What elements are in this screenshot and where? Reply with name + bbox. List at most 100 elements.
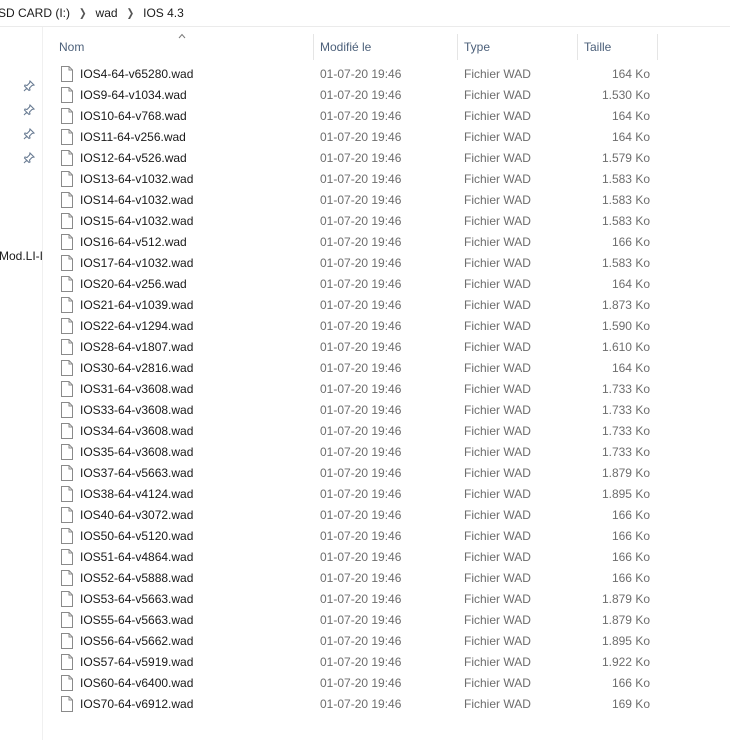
- file-size: 1.610 Ko: [601, 340, 650, 354]
- file-name: IOS14-64-v1032.wad: [80, 193, 194, 207]
- file-name: IOS56-64-v5662.wad: [80, 634, 194, 648]
- file-size: 1.873 Ko: [601, 298, 650, 312]
- chevron-right-icon[interactable]: ❯: [121, 6, 141, 19]
- file-modified: 01-07-20 19:46: [320, 151, 402, 165]
- file-name: IOS21-64-v1039.wad: [80, 298, 194, 312]
- file-type: Fichier WAD: [464, 298, 531, 312]
- file-row[interactable]: IOS53-64-v5663.wad 01-07-20 19:46 Fichier …: [48, 589, 708, 610]
- file-row[interactable]: IOS11-64-v256.wad 01-07-20 19:46 Fichier W…: [48, 127, 708, 148]
- file-icon: [61, 87, 73, 103]
- file-name: IOS37-64-v5663.wad: [80, 466, 194, 480]
- chevron-right-icon[interactable]: ❯: [73, 6, 93, 19]
- file-icon: [61, 108, 73, 124]
- file-icon: [61, 486, 73, 502]
- file-row[interactable]: IOS34-64-v3608.wad 01-07-20 19:46 Fichier …: [48, 421, 708, 442]
- file-name: IOS15-64-v1032.wad: [80, 214, 194, 228]
- file-list: IOS4-64-v65280.wad 01-07-20 19:46 Fichier …: [48, 64, 708, 715]
- file-row[interactable]: IOS51-64-v4864.wad 01-07-20 19:46 Fichier …: [48, 547, 708, 568]
- file-type: Fichier WAD: [464, 151, 531, 165]
- breadcrumb-item-wad[interactable]: wad: [93, 6, 121, 20]
- file-modified: 01-07-20 19:46: [320, 319, 402, 333]
- column-header-name[interactable]: Nom: [59, 34, 84, 60]
- file-size: 1.895 Ko: [601, 634, 650, 648]
- file-icon: [61, 570, 73, 586]
- file-name: IOS52-64-v5888.wad: [80, 571, 194, 585]
- file-modified: 01-07-20 19:46: [320, 571, 402, 585]
- file-row[interactable]: IOS17-64-v1032.wad 01-07-20 19:46 Fichier …: [48, 253, 708, 274]
- file-icon: [61, 213, 73, 229]
- file-modified: 01-07-20 19:46: [320, 277, 402, 291]
- column-header-type[interactable]: Type: [464, 34, 490, 60]
- file-size: 164 Ko: [611, 67, 650, 81]
- file-row[interactable]: IOS4-64-v65280.wad 01-07-20 19:46 Fichier …: [48, 64, 708, 85]
- pin-icon[interactable]: [23, 152, 35, 164]
- file-row[interactable]: IOS38-64-v4124.wad 01-07-20 19:46 Fichier …: [48, 484, 708, 505]
- file-size: 1.579 Ko: [601, 151, 650, 165]
- file-row[interactable]: IOS13-64-v1032.wad 01-07-20 19:46 Fichier …: [48, 169, 708, 190]
- file-modified: 01-07-20 19:46: [320, 130, 402, 144]
- file-name: IOS35-64-v3608.wad: [80, 445, 194, 459]
- file-type: Fichier WAD: [464, 445, 531, 459]
- breadcrumb-item-current[interactable]: IOS 4.3: [140, 6, 187, 20]
- file-row[interactable]: IOS15-64-v1032.wad 01-07-20 19:46 Fichier …: [48, 211, 708, 232]
- file-name: IOS57-64-v5919.wad: [80, 655, 194, 669]
- file-icon: [61, 423, 73, 439]
- file-size: 164 Ko: [611, 109, 650, 123]
- file-name: IOS38-64-v4124.wad: [80, 487, 194, 501]
- file-size: 166 Ko: [611, 529, 650, 543]
- file-row[interactable]: IOS28-64-v1807.wad 01-07-20 19:46 Fichier …: [48, 337, 708, 358]
- file-row[interactable]: IOS57-64-v5919.wad 01-07-20 19:46 Fichier …: [48, 652, 708, 673]
- file-size: 169 Ko: [611, 697, 650, 711]
- column-divider[interactable]: [577, 34, 578, 60]
- pin-icon[interactable]: [23, 104, 35, 116]
- file-size: 1.879 Ko: [601, 613, 650, 627]
- file-row[interactable]: IOS56-64-v5662.wad 01-07-20 19:46 Fichier …: [48, 631, 708, 652]
- pin-icon[interactable]: [23, 80, 35, 92]
- file-row[interactable]: IOS35-64-v3608.wad 01-07-20 19:46 Fichier …: [48, 442, 708, 463]
- file-icon: [61, 171, 73, 187]
- file-modified: 01-07-20 19:46: [320, 214, 402, 228]
- file-row[interactable]: IOS70-64-v6912.wad 01-07-20 19:46 Fichier …: [48, 694, 708, 715]
- file-row[interactable]: IOS37-64-v5663.wad 01-07-20 19:46 Fichier …: [48, 463, 708, 484]
- file-type: Fichier WAD: [464, 571, 531, 585]
- file-size: 1.530 Ko: [601, 88, 650, 102]
- file-name: IOS17-64-v1032.wad: [80, 256, 194, 270]
- column-divider[interactable]: [657, 34, 658, 60]
- file-modified: 01-07-20 19:46: [320, 172, 402, 186]
- breadcrumb-item-drive[interactable]: SD CARD (I:): [0, 6, 73, 20]
- file-row[interactable]: IOS52-64-v5888.wad 01-07-20 19:46 Fichier …: [48, 568, 708, 589]
- file-type: Fichier WAD: [464, 403, 531, 417]
- file-type: Fichier WAD: [464, 613, 531, 627]
- file-type: Fichier WAD: [464, 109, 531, 123]
- file-row[interactable]: IOS16-64-v512.wad 01-07-20 19:46 Fichier W…: [48, 232, 708, 253]
- column-header-modified[interactable]: Modifié le: [320, 34, 371, 60]
- file-type: Fichier WAD: [464, 697, 531, 711]
- file-icon: [61, 675, 73, 691]
- file-row[interactable]: IOS20-64-v256.wad 01-07-20 19:46 Fichier W…: [48, 274, 708, 295]
- file-row[interactable]: IOS14-64-v1032.wad 01-07-20 19:46 Fichier …: [48, 190, 708, 211]
- column-header-size[interactable]: Taille: [584, 34, 611, 60]
- file-row[interactable]: IOS40-64-v3072.wad 01-07-20 19:46 Fichier …: [48, 505, 708, 526]
- file-row[interactable]: IOS50-64-v5120.wad 01-07-20 19:46 Fichier …: [48, 526, 708, 547]
- file-row[interactable]: IOS21-64-v1039.wad 01-07-20 19:46 Fichier …: [48, 295, 708, 316]
- column-divider[interactable]: [313, 34, 314, 60]
- file-name: IOS9-64-v1034.wad: [80, 88, 187, 102]
- file-row[interactable]: IOS12-64-v526.wad 01-07-20 19:46 Fichier W…: [48, 148, 708, 169]
- file-modified: 01-07-20 19:46: [320, 88, 402, 102]
- file-row[interactable]: IOS55-64-v5663.wad 01-07-20 19:46 Fichier …: [48, 610, 708, 631]
- file-row[interactable]: IOS9-64-v1034.wad 01-07-20 19:46 Fichier W…: [48, 85, 708, 106]
- file-row[interactable]: IOS10-64-v768.wad 01-07-20 19:46 Fichier W…: [48, 106, 708, 127]
- file-row[interactable]: IOS33-64-v3608.wad 01-07-20 19:46 Fichier …: [48, 400, 708, 421]
- file-icon: [61, 297, 73, 313]
- nav-item-label[interactable]: Mod.LI-I: [0, 249, 43, 263]
- file-row[interactable]: IOS60-64-v6400.wad 01-07-20 19:46 Fichier …: [48, 673, 708, 694]
- file-row[interactable]: IOS31-64-v3608.wad 01-07-20 19:46 Fichier …: [48, 379, 708, 400]
- file-row[interactable]: IOS22-64-v1294.wad 01-07-20 19:46 Fichier …: [48, 316, 708, 337]
- column-divider[interactable]: [457, 34, 458, 60]
- navigation-pane: Mod.LI-I: [0, 27, 43, 740]
- file-icon: [61, 549, 73, 565]
- file-row[interactable]: IOS30-64-v2816.wad 01-07-20 19:46 Fichier …: [48, 358, 708, 379]
- pin-icon[interactable]: [23, 128, 35, 140]
- file-size: 1.583 Ko: [601, 256, 650, 270]
- file-type: Fichier WAD: [464, 487, 531, 501]
